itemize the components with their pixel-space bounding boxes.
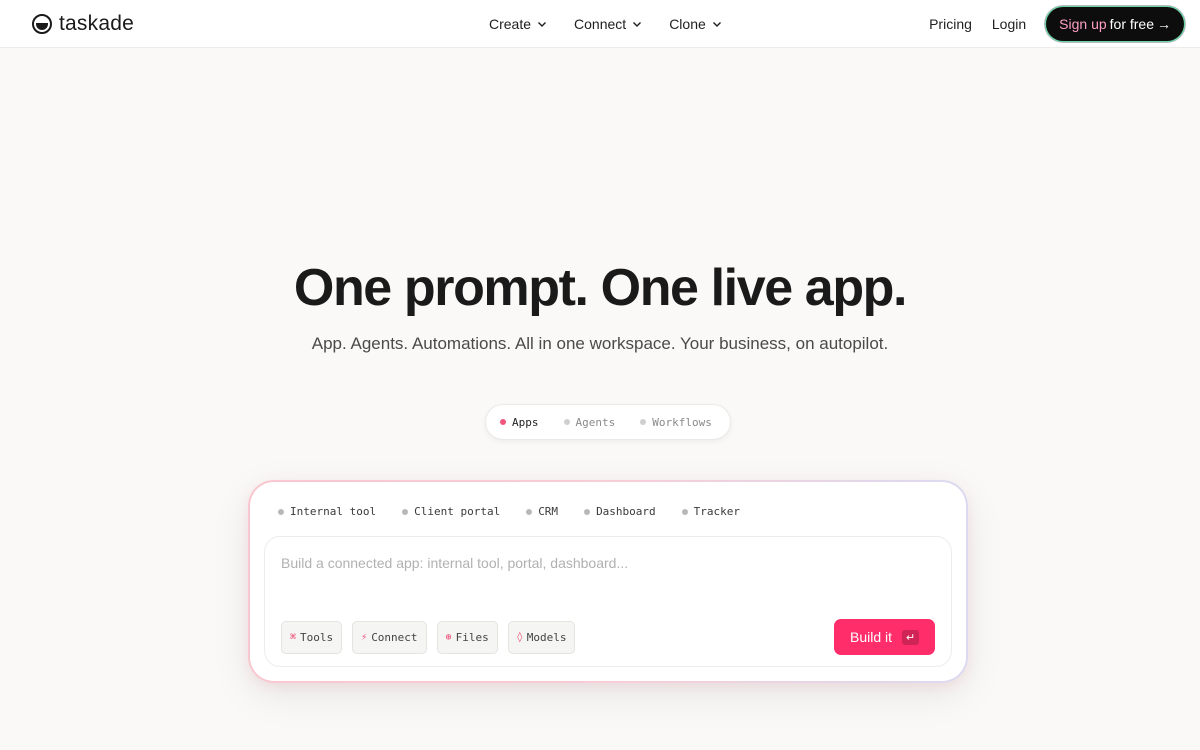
prompt-toolbar: ⌘ Tools ⚡ Connect ⊕ Files ◊ Models [281,621,585,654]
chip-label: Internal tool [290,505,377,518]
tools-button[interactable]: ⌘ Tools [281,621,343,654]
chevron-down-icon [538,22,547,27]
chip-tracker[interactable]: Tracker [681,505,741,518]
dot-icon [526,508,533,515]
models-button-label: Models [526,631,567,644]
connect-button-label: Connect [371,631,418,644]
signup-highlight: Sign up [1059,16,1107,32]
tools-button-label: Tools [300,631,334,644]
files-button[interactable]: ⊕ Files [436,621,498,654]
top-navbar: taskade Create Connect Clone Pricing Log… [0,0,1200,48]
plus-circle-icon: ⊕ [445,632,452,643]
main-nav: Create Connect Clone [489,14,749,34]
mode-switcher: Apps Agents Workflows [485,404,731,440]
models-button[interactable]: ◊ Models [507,621,576,654]
chip-internal-tool[interactable]: Internal tool [278,505,376,518]
taskade-logo-icon [32,14,52,34]
build-it-button[interactable]: Build it ↵ [834,619,935,655]
mode-apps-label: Apps [512,415,539,429]
dot-icon [402,508,409,515]
files-button-label: Files [455,631,489,644]
chip-crm[interactable]: CRM [526,505,558,518]
dot-icon [584,508,591,515]
pricing-link[interactable]: Pricing [929,16,972,32]
nav-clone[interactable]: Clone [669,16,722,32]
diamond-icon: ◊ [516,632,523,643]
dot-icon [640,419,647,425]
hero-title: One prompt. One live app. [293,259,908,317]
suggestion-chips: Internal tool Client portal CRM Dashboar… [278,505,766,518]
login-link[interactable]: Login [992,16,1026,32]
prompt-card-inner: Internal tool Client portal CRM Dashboar… [250,482,966,681]
dot-icon [681,508,688,515]
lightning-icon: ⚡ [361,632,368,643]
chip-label: Dashboard [596,505,656,518]
arrow-right-icon: → [1157,16,1171,32]
signup-button[interactable]: Sign up for free → [1046,7,1184,41]
chip-dashboard[interactable]: Dashboard [584,505,656,518]
mode-workflows-label: Workflows [652,415,712,429]
logo-text: taskade [59,12,134,35]
prompt-input-box: ⌘ Tools ⚡ Connect ⊕ Files ◊ Models Build… [264,536,952,667]
enter-icon: ↵ [902,629,920,645]
prompt-card: Internal tool Client portal CRM Dashboar… [248,480,968,683]
signup-rest: for free [1109,16,1154,32]
chip-label: CRM [538,505,559,518]
connect-button[interactable]: ⚡ Connect [352,621,427,654]
nav-create[interactable]: Create [489,16,547,32]
active-dot-icon [500,419,506,425]
dot-icon [563,419,570,425]
chip-label: Client portal [414,505,501,518]
chevron-down-icon [712,22,721,27]
build-it-label: Build it [849,629,893,645]
nav-connect[interactable]: Connect [574,16,642,32]
command-icon: ⌘ [290,632,297,643]
mode-agents[interactable]: Agents [563,415,616,429]
mode-agents-label: Agents [575,415,616,429]
nav-actions: Pricing Login Sign up for free → [929,7,1184,41]
nav-create-label: Create [489,16,532,32]
nav-clone-label: Clone [669,16,706,32]
mode-apps[interactable]: Apps [500,416,539,429]
chip-client-portal[interactable]: Client portal [402,505,500,518]
dot-icon [278,508,284,515]
chevron-down-icon [633,22,642,27]
nav-connect-label: Connect [574,16,627,32]
taskade-logo[interactable]: taskade [32,12,134,36]
prompt-input[interactable] [281,553,921,573]
mode-workflows[interactable]: Workflows [640,416,712,429]
chip-label: Tracker [693,505,741,518]
hero-subtitle: App. Agents. Automations. All in one wor… [311,334,889,353]
